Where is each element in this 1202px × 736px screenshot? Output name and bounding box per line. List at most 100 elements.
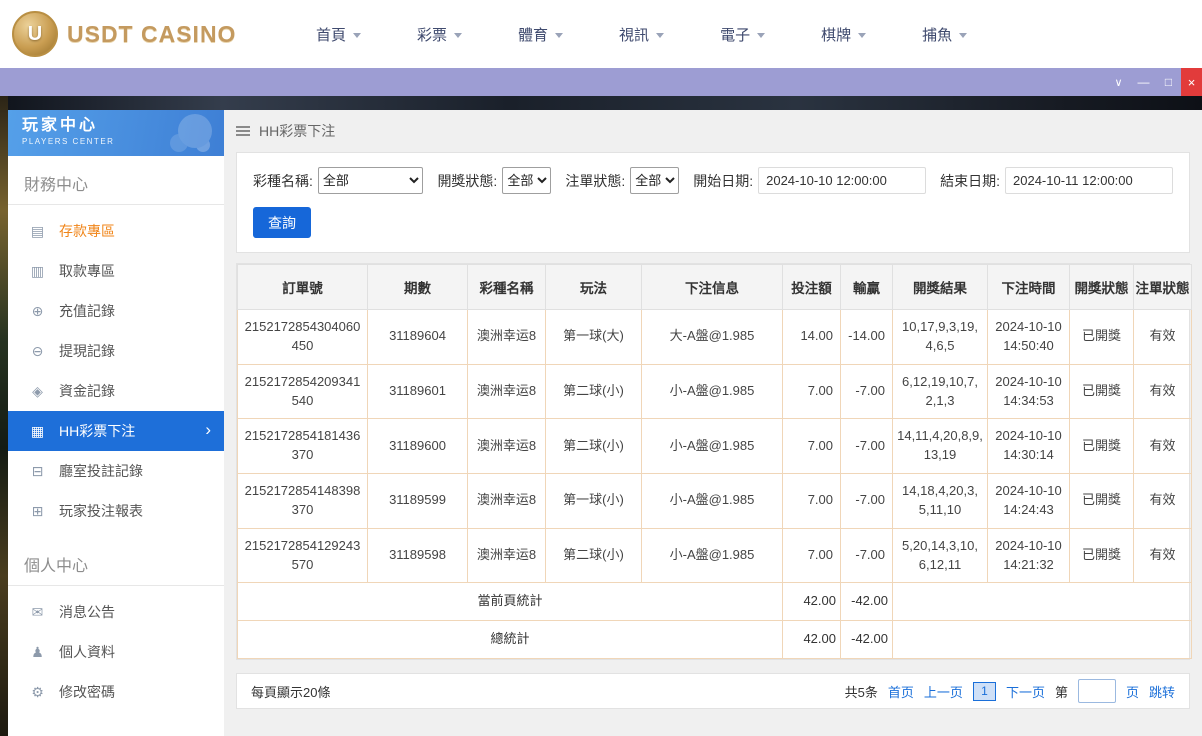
nav-item[interactable]: 棋牌 [793,0,894,68]
lottery-select[interactable]: 全部 [317,167,424,194]
background-strip [0,96,8,736]
minimize-button[interactable]: — [1131,68,1156,96]
sidebar-item[interactable]: ▦ HH彩票下注 [8,411,224,451]
pagination: 共5条 首页 上一页 1 下一页 第 页 跳转 [845,679,1175,704]
column-header: 玩法 [545,264,642,310]
nav-item[interactable]: 首頁 [288,0,389,68]
sidebar-item[interactable]: ▤ 存款專區 [8,211,224,251]
table-cell: 有效 [1133,527,1192,584]
table-cell: -7.00 [840,527,893,584]
column-header: 開獎狀態 [1069,264,1134,310]
next-page-link[interactable]: 下一页 [1006,682,1045,701]
table-cell: 10,17,9,3,19,4,6,5 [892,309,988,365]
logo-icon: U [12,11,58,57]
page-size-text: 每頁顯示20條 [251,684,331,700]
sidebar-item[interactable]: ⊟ 廳室投註記錄 [8,451,224,491]
nav-item[interactable]: 體育 [490,0,591,68]
jump-button[interactable]: 跳转 [1149,682,1175,701]
players-center-subtitle: PLAYERS CENTER [22,137,115,146]
password-icon: ⚙ [31,683,44,700]
table-cell: 7.00 [782,527,841,584]
sidebar-item[interactable]: ⚙ 修改密碼 [8,672,224,712]
table-cell: 6,12,19,10,7,2,1,3 [892,363,988,420]
sidebar-item-label: 存款專區 [59,223,115,239]
sidebar-item[interactable]: ✉ 消息公告 [8,592,224,632]
deposit-icon: ▤ [30,222,45,239]
table-cell: 已開獎 [1069,309,1134,365]
maximize-button[interactable]: □ [1156,68,1181,96]
start-date-label: 開始日期: [693,172,754,189]
withdrawal-record-icon: ⊖ [31,342,44,359]
end-date-input[interactable] [1005,167,1173,194]
table-cell: 澳洲幸运8 [467,418,546,475]
table-cell: 14.00 [782,309,841,365]
withdraw-icon: ▥ [30,262,45,279]
sidebar-item[interactable]: ◈ 資金記錄 [8,371,224,411]
top-navigation-bar: U USDT CASINO 首頁 彩票 體育 視訊 電子 棋牌 捕魚 [0,0,1202,68]
summary-label: 總統計 [237,620,783,660]
prev-page-link[interactable]: 上一页 [924,682,963,701]
menu-icon [236,130,250,132]
sidebar-item[interactable]: ♟ 個人資料 [8,632,224,672]
sidebar-item[interactable]: ⊕ 充值記錄 [8,291,224,331]
sidebar-item-label: 消息公告 [59,604,115,620]
table-cell: 小-A盤@1.985 [641,527,783,584]
summary-label: 當前頁統計 [237,582,783,622]
logo-letter: U [27,22,43,45]
table-row: 2152172854209341540 31189601 澳洲幸运8 第二球(小) 小-… [237,363,1192,420]
jump-prefix-label: 第 [1054,684,1068,700]
nav-item-label: 視訊 [619,26,650,44]
page-number-input[interactable] [1077,679,1116,704]
sidebar-section-title: 個人中心 [24,558,89,575]
close-button[interactable]: × [1181,68,1202,96]
table-cell: 大-A盤@1.985 [641,309,783,365]
summary-bet-total: 42.00 [782,620,841,660]
nav-item[interactable]: 彩票 [389,0,490,68]
column-header: 投注額 [782,264,841,310]
table-cell: 7.00 [782,363,841,420]
table-cell: 澳洲幸运8 [467,527,546,584]
column-header: 輸贏 [840,264,893,310]
current-page[interactable]: 1 [972,681,996,701]
table-cell: 2152172854209341540 [237,363,368,420]
column-header: 下注信息 [641,264,783,310]
table-cell: 小-A盤@1.985 [641,418,783,475]
order-status-select[interactable]: 全部 [630,167,680,194]
column-header: 下注時間 [987,264,1070,310]
table-cell: 已開獎 [1069,363,1134,420]
table-cell: 有效 [1133,418,1192,475]
summary-row: 當前頁統計 42.00 -42.00 [237,582,1192,622]
table-cell: 14,18,4,20,3,5,11,10 [892,473,988,529]
summary-win-loss-total: -42.00 [840,620,893,660]
nav-item[interactable]: 電子 [692,0,793,68]
sidebar-divider [8,204,224,205]
sidebar-item-label: 提現記錄 [59,343,115,359]
sidebar-item-label: 取款專區 [59,263,115,279]
table-row: 2152172854181436370 31189600 澳洲幸运8 第二球(小) 小-… [237,418,1192,475]
nav-item[interactable]: 捕魚 [894,0,995,68]
table-cell: 澳洲幸运8 [467,309,546,365]
search-button[interactable]: 查詢 [253,207,311,238]
table-panel: 訂單號 期數 彩種名稱 玩法 下注信息 投注額 輸贏 開獎結果 下注時間 開獎狀態 注單狀態 215… [236,263,1192,661]
sidebar-item-label: 資金記錄 [59,383,115,399]
table-cell: -7.00 [840,473,893,529]
start-date-input[interactable] [758,167,927,194]
sidebar-item[interactable]: ⊖ 提現記錄 [8,331,224,371]
table-cell: 有效 [1133,363,1192,420]
bet-table: 訂單號 期數 彩種名稱 玩法 下注信息 投注額 輸贏 開獎結果 下注時間 開獎狀態 注單狀態 215… [237,264,1192,660]
draw-status-select[interactable]: 全部 [502,167,552,194]
sidebar-item[interactable]: ⊞ 玩家投注報表 [8,491,224,531]
nav-item[interactable]: 視訊 [591,0,692,68]
profile-icon: ♟ [31,643,44,660]
summary-empty-cell [892,620,1192,660]
chevron-down-icon[interactable]: ∨ [1106,68,1131,96]
column-header: 開獎結果 [892,264,988,310]
sidebar-item[interactable]: ▥ 取款專區 [8,251,224,291]
table-cell: 澳洲幸运8 [467,363,546,420]
main-nav: 首頁 彩票 體育 視訊 電子 棋牌 捕魚 [288,0,995,68]
table-cell: 2024-10-10 14:30:14 [987,418,1070,475]
message-icon: ✉ [31,603,44,620]
table-cell: 已開獎 [1069,473,1134,529]
first-page-link[interactable]: 首页 [888,682,914,701]
logo[interactable]: U USDT CASINO [12,11,260,57]
